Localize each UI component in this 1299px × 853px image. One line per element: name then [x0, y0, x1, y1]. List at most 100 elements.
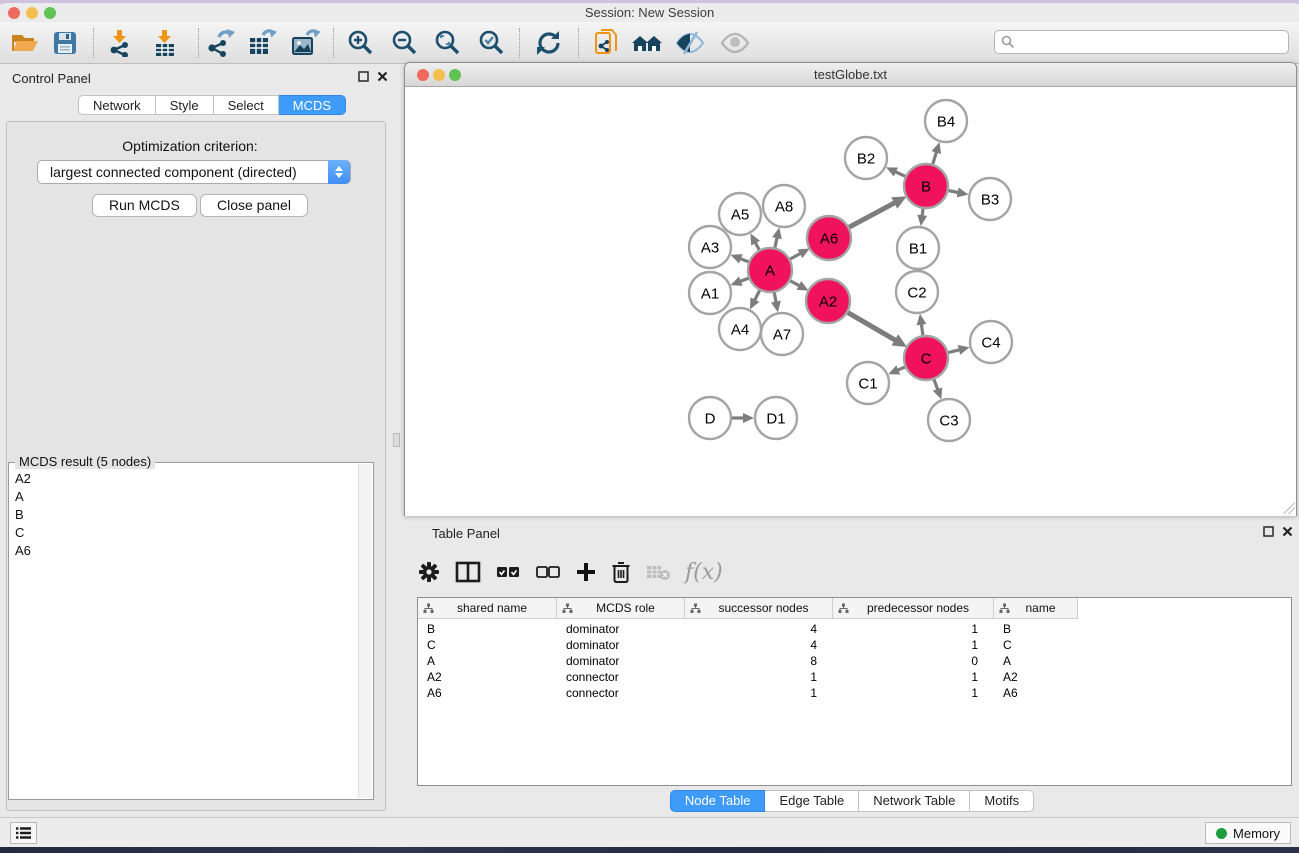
- float-panel-icon[interactable]: [358, 71, 369, 82]
- table-row[interactable]: Bdominator41B: [418, 621, 1292, 637]
- cell-shared-name[interactable]: A: [418, 653, 557, 669]
- cell-successor-nodes[interactable]: 4: [685, 637, 833, 653]
- close-table-panel-icon[interactable]: [1282, 526, 1293, 537]
- mcds-result-list[interactable]: A2ABCA6: [9, 469, 357, 559]
- cell-MCDS-role[interactable]: connector: [557, 669, 685, 685]
- edge-B-B3[interactable]: [948, 190, 959, 192]
- network-window-titlebar[interactable]: testGlobe.txt: [405, 63, 1296, 87]
- zoom-in-icon[interactable]: [344, 27, 378, 59]
- cell-successor-nodes[interactable]: 1: [685, 669, 833, 685]
- home-view-icon[interactable]: [630, 27, 664, 59]
- cell-MCDS-role[interactable]: dominator: [557, 621, 685, 637]
- tab-select[interactable]: Select: [214, 95, 279, 115]
- float-table-panel-icon[interactable]: [1263, 526, 1274, 537]
- cell-MCDS-role[interactable]: dominator: [557, 653, 685, 669]
- close-traffic-light[interactable]: [8, 7, 20, 19]
- mcds-result-item[interactable]: C: [9, 523, 357, 541]
- column-header-shared-name[interactable]: shared name: [418, 598, 557, 618]
- edge-A-A7[interactable]: [774, 292, 776, 303]
- zoom-selected-icon[interactable]: [475, 27, 509, 59]
- cell-predecessor-nodes[interactable]: 1: [833, 621, 994, 637]
- export-table-icon[interactable]: [245, 27, 279, 59]
- tab-node-table[interactable]: Node Table: [670, 790, 766, 812]
- tab-mcds[interactable]: MCDS: [279, 95, 346, 115]
- edge-B-B4[interactable]: [932, 152, 936, 165]
- cell-successor-nodes[interactable]: 1: [685, 685, 833, 701]
- column-header-MCDS-role[interactable]: MCDS role: [557, 598, 685, 618]
- cell-shared-name[interactable]: C: [418, 637, 557, 653]
- close-panel-icon[interactable]: [377, 71, 388, 82]
- column-header-predecessor-nodes[interactable]: predecessor nodes: [833, 598, 994, 618]
- cell-MCDS-role[interactable]: connector: [557, 685, 685, 701]
- edge-B-B1[interactable]: [922, 208, 923, 216]
- open-session-icon[interactable]: [8, 27, 42, 59]
- table-options-gear-icon[interactable]: [417, 560, 441, 584]
- cell-name[interactable]: C: [994, 637, 1078, 653]
- cell-predecessor-nodes[interactable]: 1: [833, 685, 994, 701]
- task-history-button[interactable]: [10, 822, 37, 844]
- zoom-out-icon[interactable]: [388, 27, 422, 59]
- cell-name[interactable]: A2: [994, 669, 1078, 685]
- edge-A-A6[interactable]: [789, 253, 801, 259]
- table-row[interactable]: A2connector11A2: [418, 669, 1292, 685]
- edge-A-A8[interactable]: [775, 237, 777, 248]
- edge-C-C2[interactable]: [921, 324, 923, 336]
- column-header-name[interactable]: name: [994, 598, 1078, 618]
- cell-predecessor-nodes[interactable]: 1: [833, 669, 994, 685]
- clear-checks-icon[interactable]: [535, 563, 561, 581]
- column-header-successor-nodes[interactable]: successor nodes: [685, 598, 833, 618]
- network-minimize-traffic-light[interactable]: [433, 69, 445, 81]
- edge-A-A5[interactable]: [755, 242, 760, 250]
- network-graph[interactable]: AA1A2A3A4A5A6A7A8BB1B2B3B4CC1C2C3C4DD1: [405, 88, 1296, 516]
- cell-name[interactable]: A: [994, 653, 1078, 669]
- network-canvas[interactable]: AA1A2A3A4A5A6A7A8BB1B2B3B4CC1C2C3C4DD1: [405, 88, 1296, 516]
- save-session-icon[interactable]: [48, 27, 82, 59]
- table-row[interactable]: Cdominator41C: [418, 637, 1292, 653]
- network-close-traffic-light[interactable]: [417, 69, 429, 81]
- mcds-result-item[interactable]: A2: [9, 469, 357, 487]
- create-column-icon[interactable]: [575, 561, 597, 583]
- zoom-traffic-light[interactable]: [44, 7, 56, 19]
- edge-A-A4[interactable]: [755, 290, 761, 301]
- splitter-grip[interactable]: [393, 433, 400, 447]
- apply-layout-icon[interactable]: [531, 27, 565, 59]
- cell-shared-name[interactable]: B: [418, 621, 557, 637]
- network-zoom-traffic-light[interactable]: [449, 69, 461, 81]
- delete-column-trash-icon[interactable]: [611, 560, 631, 584]
- edge-B-B2[interactable]: [895, 172, 906, 177]
- search-input[interactable]: [994, 30, 1289, 54]
- cell-predecessor-nodes[interactable]: 1: [833, 637, 994, 653]
- mcds-result-item[interactable]: A: [9, 487, 357, 505]
- cell-successor-nodes[interactable]: 8: [685, 653, 833, 669]
- import-network-icon[interactable]: [103, 27, 137, 59]
- mcds-result-scrollbar[interactable]: [358, 464, 372, 798]
- zoom-fit-icon[interactable]: [431, 27, 465, 59]
- tab-network[interactable]: Network: [78, 95, 156, 115]
- mcds-result-item[interactable]: B: [9, 505, 357, 523]
- tab-motifs[interactable]: Motifs: [970, 790, 1034, 812]
- cell-predecessor-nodes[interactable]: 0: [833, 653, 994, 669]
- table-row[interactable]: A6connector11A6: [418, 685, 1292, 701]
- cell-name[interactable]: B: [994, 621, 1078, 637]
- close-panel-button[interactable]: Close panel: [200, 194, 308, 217]
- edge-A-A3[interactable]: [740, 258, 750, 262]
- edge-A6-B[interactable]: [848, 203, 895, 228]
- select-all-checks-icon[interactable]: [495, 563, 521, 581]
- export-network-icon[interactable]: [203, 27, 237, 59]
- cell-MCDS-role[interactable]: dominator: [557, 637, 685, 653]
- edge-C-C1[interactable]: [897, 367, 905, 371]
- tab-style[interactable]: Style: [156, 95, 214, 115]
- edge-C-C4[interactable]: [947, 350, 960, 353]
- hide-graphics-details-icon[interactable]: [673, 27, 707, 59]
- clone-network-icon[interactable]: [590, 27, 624, 59]
- mcds-result-item[interactable]: A6: [9, 541, 357, 559]
- tab-network-table[interactable]: Network Table: [859, 790, 970, 812]
- main-titlebar[interactable]: Session: New Session: [0, 3, 1299, 22]
- node-table[interactable]: shared nameMCDS rolesuccessor nodesprede…: [417, 597, 1292, 786]
- tab-edge-table[interactable]: Edge Table: [765, 790, 859, 812]
- criterion-dropdown[interactable]: largest connected component (directed): [37, 160, 351, 184]
- edge-A-A2[interactable]: [789, 280, 799, 286]
- window-resize-grip[interactable]: [1283, 502, 1295, 514]
- run-mcds-button[interactable]: Run MCDS: [92, 194, 197, 217]
- table-row[interactable]: Adominator80A: [418, 653, 1292, 669]
